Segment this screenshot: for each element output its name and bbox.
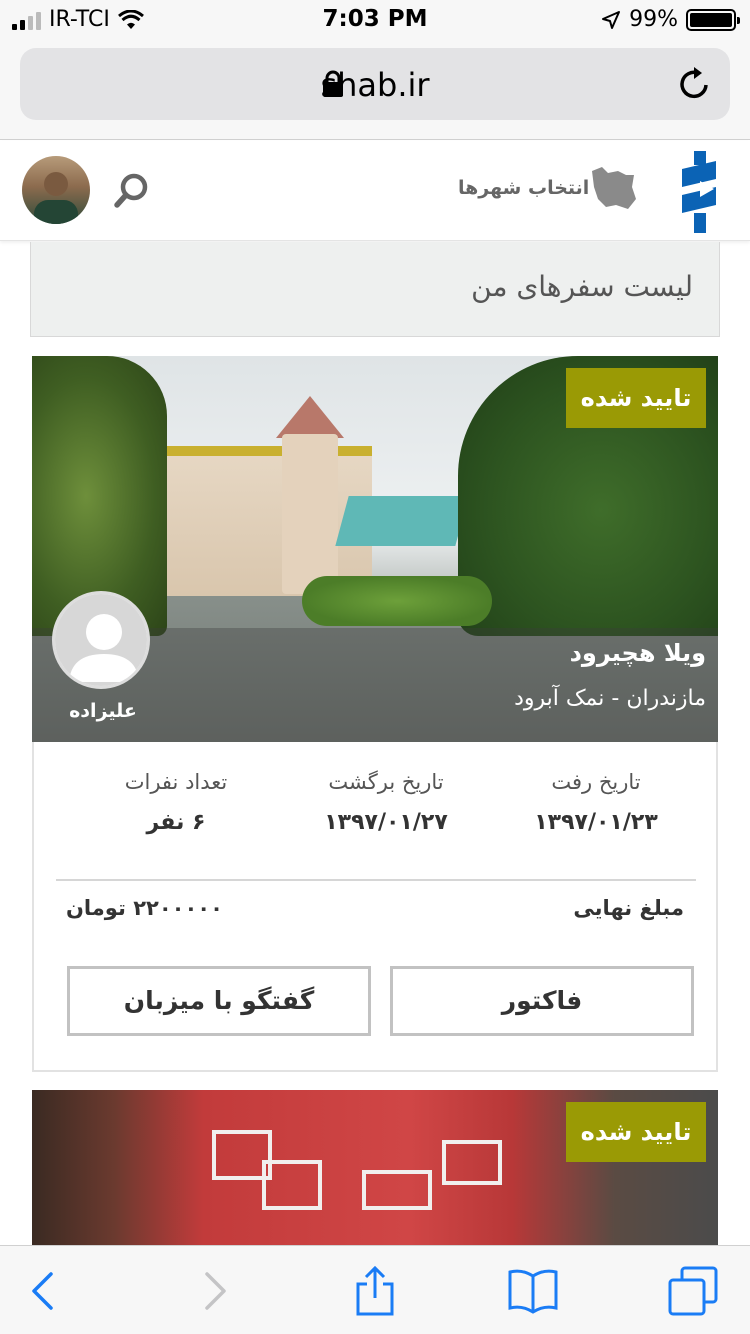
battery-percent: 99% bbox=[629, 7, 678, 32]
page-title: لیست سفرهای من bbox=[471, 270, 693, 303]
final-amount-label: مبلغ نهایی bbox=[573, 896, 684, 920]
site-header: انتخاب شهرها bbox=[0, 141, 750, 241]
guests-info: تعداد نفرات ۶ نفر bbox=[76, 770, 276, 835]
return-info: تاریخ برگشت ۱۳۹۷/۰۱/۲۷ bbox=[286, 770, 486, 835]
reload-icon[interactable] bbox=[676, 65, 712, 103]
browser-toolbar: shab.ir bbox=[0, 40, 750, 140]
location-arrow-icon bbox=[602, 10, 621, 29]
invoice-button[interactable]: فاکتور bbox=[390, 966, 694, 1036]
villa-location: مازندران - نمک آبرود bbox=[514, 686, 706, 711]
depart-info: تاریخ رفت ۱۳۹۷/۰۱/۲۳ bbox=[496, 770, 696, 835]
chat-with-host-button[interactable]: گفتگو با میزبان bbox=[67, 966, 371, 1036]
browser-bottom-toolbar bbox=[0, 1245, 750, 1334]
villa-photo[interactable]: تایید شده ویلا هچیرود مازندران - نمک آبر… bbox=[32, 356, 718, 742]
status-right: 99% bbox=[601, 7, 740, 32]
city-select-label: انتخاب شهرها bbox=[458, 177, 590, 199]
return-label: تاریخ برگشت bbox=[328, 770, 444, 794]
photo-shelf bbox=[362, 1170, 432, 1210]
forward-icon[interactable] bbox=[188, 1266, 238, 1316]
photo-shelf bbox=[262, 1160, 322, 1210]
status-badge: تایید شده bbox=[566, 368, 706, 428]
url-text: shab.ir bbox=[320, 66, 430, 104]
user-avatar[interactable] bbox=[22, 156, 90, 224]
divider bbox=[56, 879, 696, 881]
status-bar: IR-TCI 7:03 PM 99% bbox=[0, 0, 750, 40]
back-icon[interactable] bbox=[20, 1266, 70, 1316]
trip-info-row: تاریخ رفت ۱۳۹۷/۰۱/۲۳ تاریخ برگشت ۱۳۹۷/۰۱… bbox=[56, 770, 696, 850]
photo-shelf bbox=[442, 1140, 502, 1185]
status-badge: تایید شده bbox=[566, 1102, 706, 1162]
photo-glass-roof bbox=[335, 496, 469, 546]
city-select[interactable]: انتخاب شهرها bbox=[458, 165, 638, 215]
iran-map-icon bbox=[592, 167, 636, 209]
bookmarks-icon[interactable] bbox=[508, 1266, 558, 1316]
guests-label: تعداد نفرات bbox=[124, 770, 228, 794]
shab-logo[interactable] bbox=[680, 149, 718, 235]
photo-bush bbox=[302, 576, 492, 626]
share-icon[interactable] bbox=[350, 1266, 400, 1316]
host-name: علیزاده bbox=[69, 700, 137, 722]
address-bar[interactable]: shab.ir bbox=[20, 48, 730, 120]
return-date: ۱۳۹۷/۰۱/۲۷ bbox=[324, 810, 448, 835]
host-avatar[interactable] bbox=[52, 591, 150, 689]
search-icon[interactable] bbox=[112, 171, 152, 211]
tabs-icon[interactable] bbox=[668, 1266, 718, 1316]
battery-icon bbox=[686, 8, 740, 31]
user-photo bbox=[34, 172, 78, 224]
final-amount-value: ۲۲۰۰۰۰۰ تومان bbox=[66, 896, 223, 920]
depart-label: تاریخ رفت bbox=[551, 770, 641, 794]
page-title-box: لیست سفرهای من bbox=[30, 242, 720, 337]
trip-card: تایید شده bbox=[32, 1090, 718, 1250]
guests-value: ۶ نفر bbox=[146, 810, 206, 835]
photo-tower bbox=[282, 434, 338, 594]
depart-date: ۱۳۹۷/۰۱/۲۳ bbox=[534, 810, 658, 835]
villa-name[interactable]: ویلا هچیرود bbox=[570, 639, 706, 667]
trip-card: تایید شده ویلا هچیرود مازندران - نمک آبر… bbox=[32, 356, 718, 1072]
